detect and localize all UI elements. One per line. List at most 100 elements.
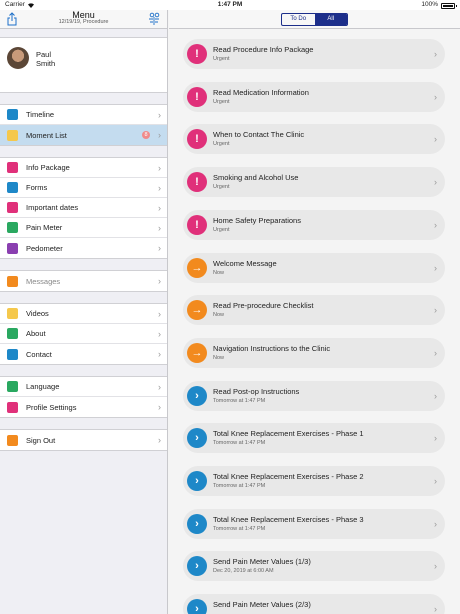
count-badge: 8 <box>142 131 150 139</box>
sidebar-group: Language › Profile Settings › <box>0 376 167 418</box>
messages-icon <box>7 275 18 287</box>
moment-title: Home Safety Preparations <box>213 215 301 225</box>
moment-title: When to Contact The Clinic <box>213 130 305 140</box>
sidebar-item-label: Contact <box>26 349 52 359</box>
filter-segmented-control: To Do All <box>281 13 348 26</box>
chevron-right-icon: › <box>158 329 161 339</box>
sidebar-item-label: Timeline <box>26 110 55 119</box>
segment-to-do[interactable]: To Do <box>282 14 315 25</box>
sidebar-item-label: Profile Settings <box>26 402 77 412</box>
sidebar-menu: Timeline › Moment List 8 › Info Package › Forms… <box>0 104 167 451</box>
sidebar: Menu 12/19/19, Procedure Paul Smith Time… <box>0 10 168 614</box>
sidebar-item-forms[interactable]: Forms › <box>0 178 167 198</box>
moment-subtitle: Tomorrow at 1:47 PM <box>213 440 266 447</box>
moment-card[interactable]: ! Read Procedure Info Package Urgent › <box>183 39 445 69</box>
moment-title: Read Post-op Instructions <box>213 386 300 396</box>
contact-icon <box>7 348 18 360</box>
moment-title: Smoking and Alcohol Use <box>213 173 299 183</box>
chevron-right-icon: › <box>158 163 161 173</box>
sidebar-item-moment-list[interactable]: Moment List 8 › <box>0 125 167 145</box>
chevron-right-circle-icon: › <box>187 428 207 449</box>
chevron-right-icon: › <box>434 347 437 358</box>
moment-card[interactable]: ! Read Medication Information Urgent › <box>183 81 445 112</box>
main-header: To Do All <box>169 10 460 29</box>
sidebar-item-contact[interactable]: Contact › <box>0 344 167 364</box>
profile-card[interactable]: Paul Smith <box>0 37 167 93</box>
timeline-icon <box>7 109 18 120</box>
moment-title: Read Pre-procedure Checklist <box>213 301 314 311</box>
moment-subtitle: Tomorrow at 1:47 PM <box>213 397 266 404</box>
sidebar-item-sign-out[interactable]: Sign Out › <box>0 430 167 450</box>
chevron-right-icon: › <box>158 243 161 253</box>
moment-card[interactable]: › Read Post-op Instructions Tomorrow at 1:… <box>183 380 445 411</box>
forms-icon <box>7 182 18 193</box>
moment-card[interactable]: ! When to Contact The Clinic Urgent › <box>183 124 445 155</box>
exclamation-icon: ! <box>187 44 207 64</box>
chevron-right-icon: › <box>158 130 161 140</box>
pedometer-icon <box>7 242 18 254</box>
sidebar-item-videos[interactable]: Videos › <box>0 304 167 324</box>
moment-card[interactable]: › Total Knee Replacement Exercises - Phas… <box>183 508 445 539</box>
moment-card[interactable]: › Total Knee Replacement Exercises - Phas… <box>183 423 445 454</box>
moment-title: Send Pain Meter Values (1/3) <box>213 557 311 567</box>
chevron-right-icon: › <box>434 49 437 59</box>
moment-subtitle: Urgent <box>213 184 230 191</box>
info-package-icon <box>7 162 18 173</box>
avatar <box>7 47 29 69</box>
moment-card[interactable]: › Send Pain Meter Values (1/3) Dec 20, 201… <box>183 551 445 582</box>
moment-card[interactable]: › Total Knee Replacement Exercises - Phas… <box>183 466 445 496</box>
exclamation-icon: ! <box>187 129 207 150</box>
sidebar-item-messages[interactable]: Messages › <box>0 271 167 291</box>
sidebar-item-label: Messages <box>26 276 61 286</box>
moment-subtitle: Tomorrow at 1:47 PM <box>213 483 266 489</box>
moment-card[interactable]: ! Smoking and Alcohol Use Urgent › <box>183 167 445 198</box>
moment-title: Total Knee Replacement Exercises - Phase… <box>213 472 364 481</box>
sidebar-item-label: Sign Out <box>26 435 56 445</box>
sidebar-item-label: Videos <box>26 309 49 318</box>
chevron-right-icon: › <box>434 390 437 401</box>
sidebar-item-pain-meter[interactable]: Pain Meter › <box>0 218 167 238</box>
sidebar-item-about[interactable]: About › <box>0 324 167 344</box>
moment-subtitle: Urgent <box>213 56 230 62</box>
sidebar-item-label: Language <box>26 382 60 391</box>
sidebar-item-label: Pedometer <box>26 243 63 253</box>
moment-card[interactable]: → Read Pre-procedure Checklist Now › <box>183 295 445 326</box>
chevron-right-circle-icon: › <box>187 513 207 534</box>
segment-all[interactable]: All <box>314 14 347 25</box>
chevron-right-icon: › <box>158 223 161 233</box>
sidebar-item-profile-settings[interactable]: Profile Settings › <box>0 397 167 417</box>
chevron-right-icon: › <box>434 177 437 188</box>
directions-icon[interactable] <box>147 12 161 26</box>
sidebar-item-timeline[interactable]: Timeline › <box>0 105 167 125</box>
sign-out-icon <box>7 434 18 446</box>
moment-subtitle: Tomorrow at 1:47 PM <box>213 525 266 532</box>
moment-card[interactable]: → Welcome Message Now › <box>183 252 445 283</box>
sidebar-item-label: Forms <box>26 183 48 192</box>
sidebar-item-language[interactable]: Language › <box>0 377 167 397</box>
language-icon <box>7 381 18 392</box>
moment-title: Read Medication Information <box>213 87 309 97</box>
moment-title: Welcome Message <box>213 258 277 268</box>
chevron-right-icon: › <box>434 134 437 145</box>
chevron-right-circle-icon: › <box>187 599 207 614</box>
chevron-right-icon: › <box>434 219 437 230</box>
moment-card[interactable]: → Navigation Instructions to the Clinic No… <box>183 337 445 368</box>
moment-card[interactable]: › Send Pain Meter Values (2/3) › <box>183 594 445 614</box>
sidebar-item-important-dates[interactable]: Important dates › <box>0 198 167 218</box>
chevron-right-icon: › <box>158 382 161 392</box>
sidebar-item-pedometer[interactable]: Pedometer › <box>0 238 167 258</box>
moment-subtitle: Urgent <box>213 98 230 105</box>
sidebar-item-label: About <box>26 329 46 338</box>
arrow-right-icon: → <box>187 342 207 363</box>
sidebar-group: Info Package › Forms › Important dates › Pain … <box>0 157 167 259</box>
about-icon <box>7 328 18 339</box>
status-bar: Carrier 1:47 PM 100% <box>0 0 460 10</box>
battery-percent: 100% <box>421 1 438 8</box>
sidebar-item-info-package[interactable]: Info Package › <box>0 158 167 178</box>
moment-title: Navigation Instructions to the Clinic <box>213 343 331 353</box>
sidebar-group: Sign Out › <box>0 429 167 451</box>
moment-list-icon <box>7 129 18 141</box>
exclamation-icon: ! <box>187 172 207 193</box>
moment-subtitle: Now <box>213 354 225 361</box>
moment-card[interactable]: ! Home Safety Preparations Urgent › <box>183 209 445 240</box>
